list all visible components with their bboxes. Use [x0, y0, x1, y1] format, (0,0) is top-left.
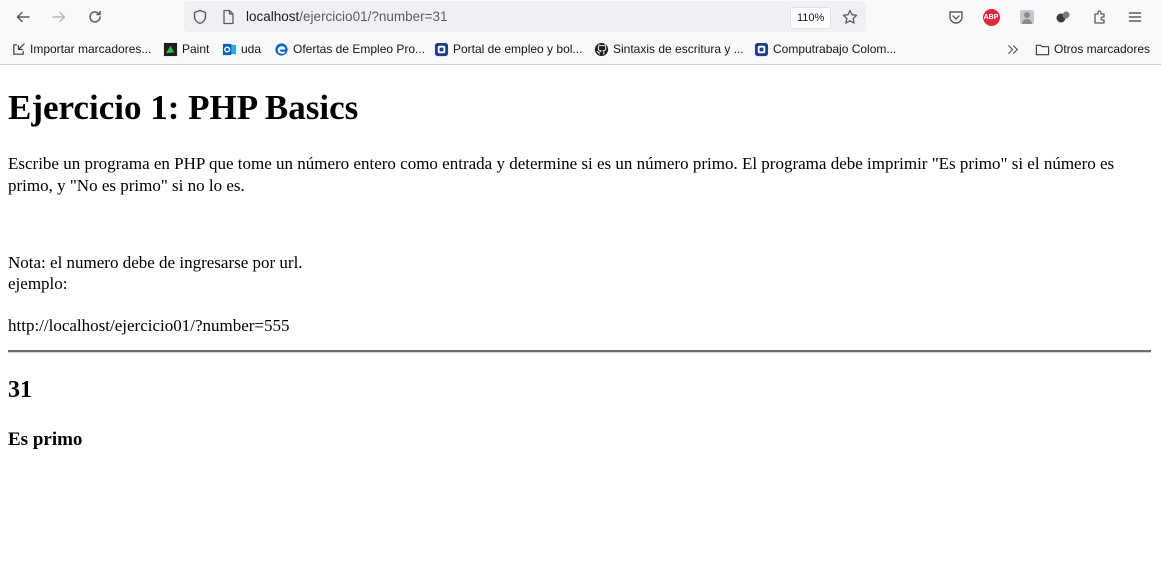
divider [8, 350, 1151, 353]
bookmark-label: Otros marcadores [1054, 42, 1151, 56]
extension-icon[interactable] [1053, 7, 1073, 27]
outlook-icon [222, 42, 237, 57]
url-path: /ejercicio01/?number=31 [299, 9, 448, 24]
result-text: Es primo [8, 429, 83, 450]
browser-toolbar: localhost/ejercicio01/?number=31 110% AB… [0, 0, 1161, 34]
bookmarks-overflow-button[interactable] [1006, 34, 1021, 64]
bookmark-label: Paint [182, 42, 210, 56]
note-line-2: ejemplo: [8, 274, 68, 293]
bookmark-otros[interactable]: Otros marcadores [1035, 34, 1150, 64]
extension-profile-icon[interactable] [1017, 7, 1037, 27]
paint-icon [163, 42, 178, 57]
pocket-icon[interactable] [946, 7, 966, 27]
bookmark-label: Portal de empleo y bol... [453, 42, 583, 56]
bookmark-label: Computrabajo Colom... [773, 42, 897, 56]
bookmark-ofertas[interactable]: Ofertas de Empleo Pro... [274, 34, 425, 64]
site-icon [434, 42, 449, 57]
input-number: 31 [8, 377, 32, 403]
example-url: http://localhost/ejercicio01/?number=555 [8, 316, 290, 335]
shield-icon[interactable] [190, 7, 210, 27]
star-icon[interactable] [840, 7, 860, 27]
arrow-right-icon [52, 11, 66, 23]
reload-button[interactable] [80, 2, 110, 32]
menu-icon[interactable] [1125, 7, 1145, 27]
url-host: localhost [246, 9, 300, 24]
bookmark-uda[interactable]: uda [222, 34, 261, 64]
bookmark-label: uda [241, 42, 262, 56]
exercise-description: Escribe un programa en PHP que tome un n… [8, 154, 1115, 195]
extensions-puzzle-icon[interactable] [1090, 7, 1110, 27]
bookmarks-bar: Importar marcadores... Paint uda Ofertas… [0, 34, 1161, 65]
import-icon [11, 42, 26, 57]
page-title: Ejercicio 1: PHP Basics [8, 88, 359, 127]
folder-icon [1035, 42, 1050, 57]
url-bar[interactable]: localhost/ejercicio01/?number=31 110% [184, 1, 866, 32]
github-icon [594, 42, 609, 57]
bookmark-label: Ofertas de Empleo Pro... [293, 42, 426, 56]
bookmark-computrabajo[interactable]: Computrabajo Colom... [754, 34, 896, 64]
note-line-1: Nota: el numero debe de ingresarse por u… [8, 253, 303, 272]
url-text[interactable]: localhost/ejercicio01/?number=31 [246, 9, 448, 24]
reload-icon [89, 10, 101, 23]
site-icon [754, 42, 769, 57]
bookmark-label: Importar marcadores... [30, 42, 152, 56]
bookmark-portal[interactable]: Portal de empleo y bol... [434, 34, 582, 64]
zoom-badge[interactable]: 110% [790, 7, 832, 29]
arrow-left-icon [16, 11, 30, 23]
bookmark-label: Sintaxis de escritura y ... [613, 42, 744, 56]
bookmark-import[interactable]: Importar marcadores... [11, 34, 151, 64]
page-icon[interactable] [218, 7, 238, 27]
bookmark-sintaxis[interactable]: Sintaxis de escritura y ... [594, 34, 744, 64]
bookmark-paint[interactable]: Paint [163, 34, 209, 64]
back-button[interactable] [8, 2, 38, 32]
adblock-icon[interactable]: ABP [981, 7, 1001, 27]
chevron-double-right-icon [1006, 42, 1021, 57]
edge-icon [274, 42, 289, 57]
forward-button[interactable] [44, 2, 74, 32]
note-text: Nota: el numero debe de ingresarse por u… [8, 252, 303, 294]
